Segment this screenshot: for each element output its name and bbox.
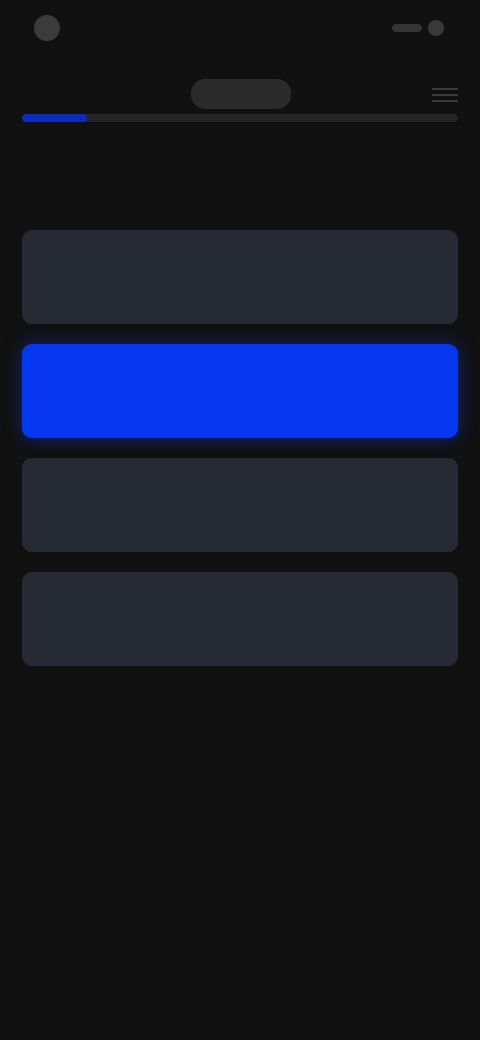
app-logo-icon [34, 15, 60, 41]
logo-mark-icon [191, 79, 291, 109]
brand-logo [186, 74, 296, 114]
options-list [22, 230, 458, 686]
menu-icon[interactable] [432, 88, 458, 102]
progress-bar [22, 114, 458, 122]
status-bar [0, 0, 480, 56]
option-4[interactable] [22, 572, 458, 666]
header [0, 62, 480, 122]
option-2[interactable] [22, 344, 458, 438]
option-1[interactable] [22, 230, 458, 324]
status-indicators [382, 18, 444, 38]
progress-fill [22, 114, 88, 122]
battery-icon [428, 20, 444, 36]
option-3[interactable] [22, 458, 458, 552]
signal-icon [392, 24, 422, 32]
